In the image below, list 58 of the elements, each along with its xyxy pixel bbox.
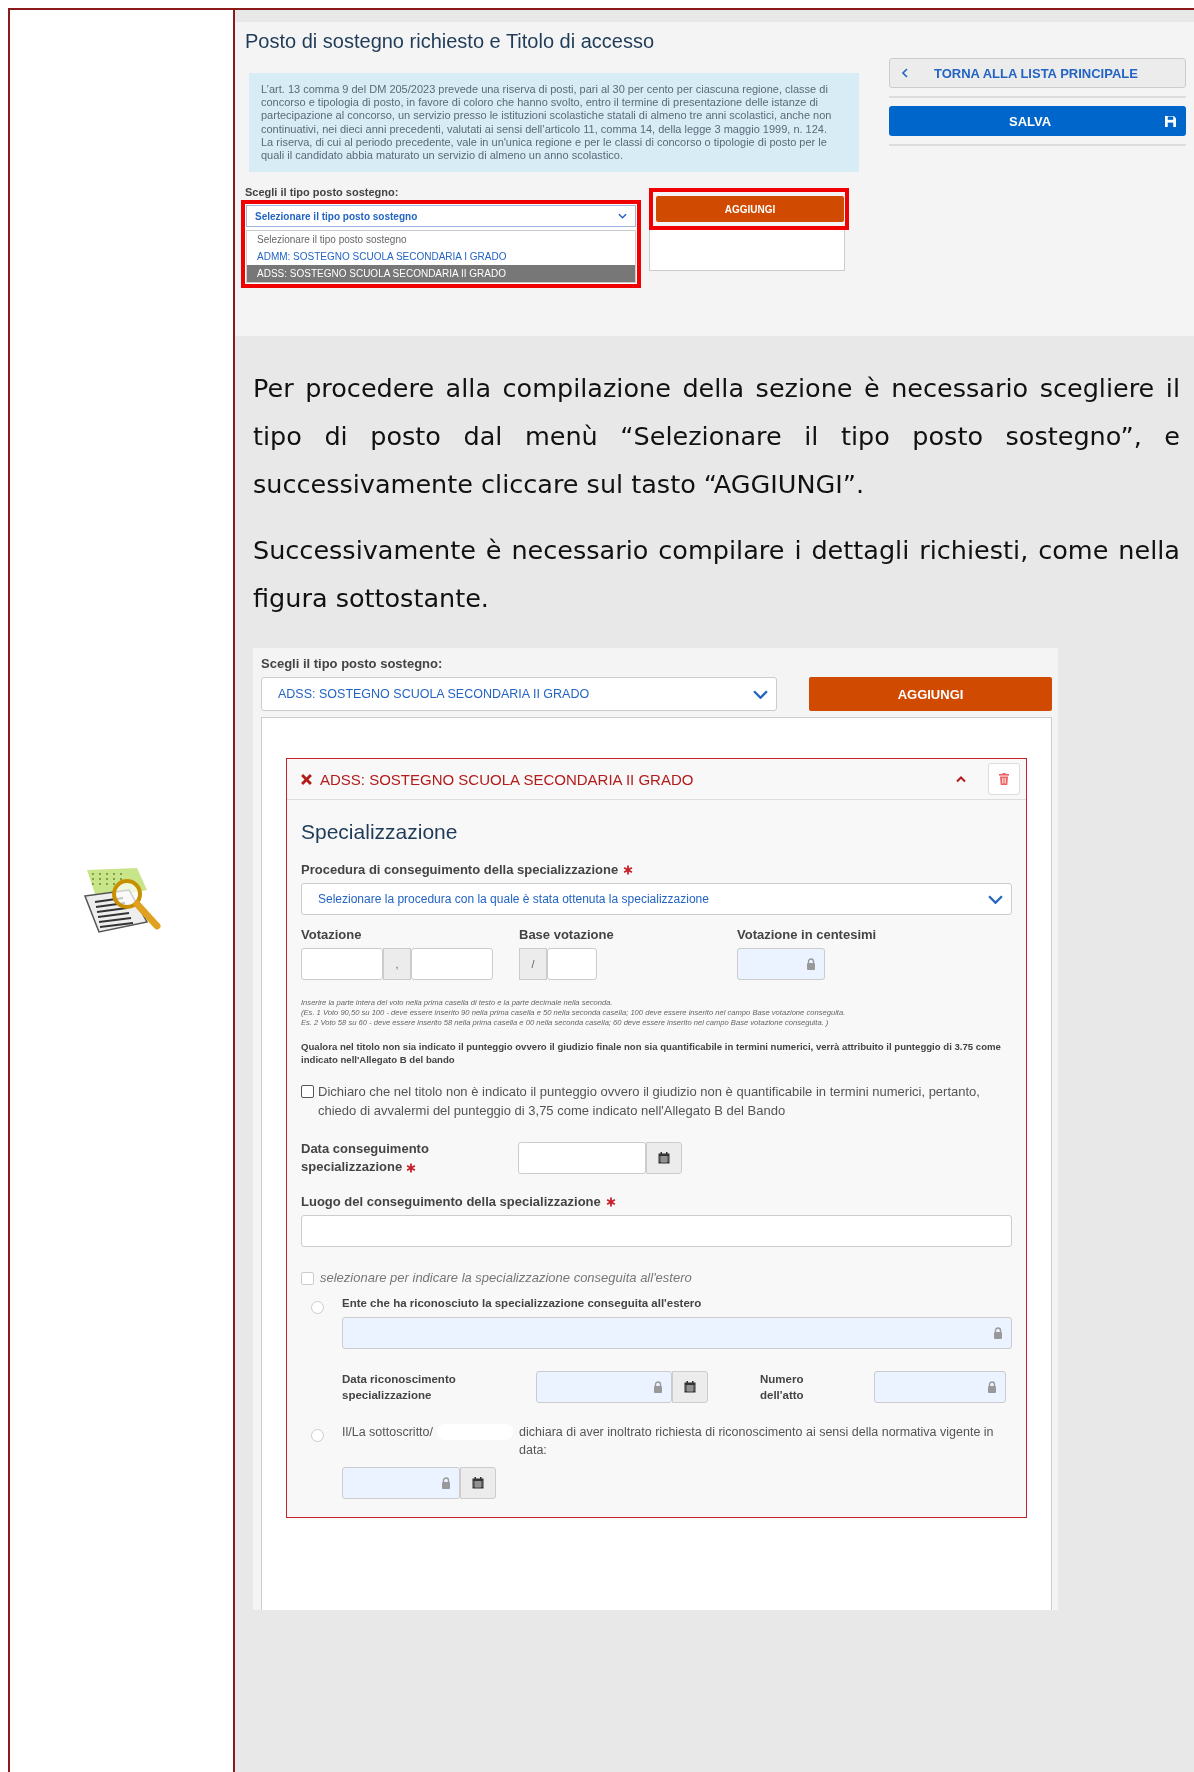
- checkbox[interactable]: [301, 1085, 314, 1098]
- calendar-button[interactable]: [646, 1142, 682, 1174]
- calendar-button[interactable]: [672, 1371, 708, 1403]
- dropdown-option[interactable]: ADSS: SOSTEGNO SCUOLA SECONDARIA II GRADO: [247, 265, 635, 283]
- declaration-text: dichiara di aver inoltrato richiesta di riconoscimento ai sensi della normativa vigente in data:: [519, 1424, 995, 1459]
- field-label: Data conseguimento specializzazione: [301, 1141, 429, 1174]
- calendar-icon: [658, 1152, 670, 1164]
- add-button[interactable]: AGGIUNGI: [656, 196, 844, 223]
- field-label: Scegli il tipo posto sostegno:: [261, 656, 444, 671]
- calendar-icon: [684, 1381, 696, 1393]
- lock-icon: [441, 1477, 451, 1489]
- lock-icon: [993, 1327, 1003, 1339]
- field-label: Numero dell'atto: [760, 1372, 805, 1403]
- dropdown-select[interactable]: Selezionare il tipo posto sostegno: [246, 205, 636, 228]
- instruction-text: Successivamente è necessario compilare i dettagli richiesti, come nella figura sottostante.: [253, 534, 1180, 615]
- instruction-text: Per procedere alla compilazione della sezione è necessario scegliere il tipo di posto dal menù “Selezionare il tipo posto sostegno”, e successivamente cliccare sul tasto “AGGIUNGI”.: [253, 372, 1180, 501]
- dropdown-option[interactable]: Selezionare il tipo posto sostegno: [247, 231, 635, 249]
- save-button[interactable]: SALVA: [889, 106, 1186, 136]
- back-button[interactable]: TORNA ALLA LISTA PRINCIPALE: [889, 58, 1186, 88]
- field-label: Ente che ha riconosciuto la specializzazione conseguita all'estero: [342, 1296, 703, 1311]
- input-addon: /: [519, 948, 547, 980]
- delete-button[interactable]: [988, 763, 1020, 795]
- page-title: Posto di sostegno richiesto e Titolo di accesso: [245, 30, 656, 53]
- input-addon: ,: [383, 948, 411, 980]
- save-icon: [1165, 115, 1176, 127]
- field-label: Votazione: [301, 927, 362, 942]
- field-label: Luogo del conseguimento della specializzazione: [301, 1194, 601, 1209]
- add-button[interactable]: AGGIUNGI: [809, 677, 1052, 711]
- lock-icon: [806, 958, 816, 970]
- declaration-text: Il/La sottoscritto/: [342, 1424, 433, 1441]
- field-label: Base votazione: [519, 927, 614, 942]
- note-text: Qualora nel titolo non sia indicato il punteggio ovvero il giudizio finale non sia quantificabile in termini numerici, verrà attribuito il punteggio di 3.75 come indicato nell'Allegato B del bando: [301, 1040, 1002, 1066]
- section-title: Specializzazione: [301, 820, 459, 844]
- lock-icon: [653, 1381, 663, 1393]
- chevron-left-icon: [902, 68, 908, 78]
- calendar-button[interactable]: [460, 1467, 496, 1499]
- dropdown-select[interactable]: ADSS: SOSTEGNO SCUOLA SECONDARIA II GRADO: [261, 677, 777, 711]
- field-label: Votazione in centesimi: [737, 927, 877, 942]
- calendar-icon: [472, 1477, 484, 1489]
- field-label: Data riconoscimento specializzazione: [342, 1372, 457, 1403]
- info-text: La riserva, di cui al periodo precedente, vale in un'unica regione e per le classi di concorso o tipologie di posto per le quali il candidato abbia maturato un servizio di almeno un anno scolastico.: [261, 135, 828, 163]
- lock-icon: [987, 1381, 997, 1393]
- checkbox-label: Dichiaro che nel titolo non è indicato il punteggio ovvero il giudizio non è quantificabile in termini numerici, pertanto, chiedo di avvalermi del punteggio di 3,75 come indicato nell'Allegato B del Bando: [318, 1083, 981, 1120]
- close-icon[interactable]: [301, 773, 312, 785]
- trash-icon: [999, 773, 1009, 785]
- info-text: L’art. 13 comma 9 del DM 205/2023 prevede una riserva di posti, pari al 30 per cento per ciascuna regione, classe di concorso e tipologia di posto, in favore di coloro che hanno svolto, entro il termine di presentazione delle istanze di partecipazione al concorso, un servizio presso le istituzioni scolastiche statali di almeno tre anni scolastici, anche non continuativi, nei dieci anni precedenti, valutati ai sensi dell’articolo 11, comma 14, della legge 3 maggio 1999, n. 124.: [261, 83, 833, 136]
- field-label: Scegli il tipo posto sostegno:: [245, 186, 400, 199]
- dropdown-select[interactable]: Selezionare la procedura con la quale è stata ottenuta la specializzazione: [301, 883, 1012, 915]
- chevron-down-icon: [988, 894, 1003, 904]
- chevron-up-icon[interactable]: [956, 775, 966, 783]
- chevron-down-icon: [753, 689, 768, 699]
- checkbox-label: selezionare per indicare la specializzazione conseguita all'estero: [320, 1269, 692, 1285]
- panel-title: ADSS: SOSTEGNO SCUOLA SECONDARIA II GRADO: [320, 770, 695, 788]
- radio-button[interactable]: [311, 1429, 324, 1442]
- field-label: Procedura di conseguimento della specializzazione: [301, 862, 619, 877]
- radio-button[interactable]: [311, 1301, 324, 1314]
- date-field[interactable]: [518, 1142, 646, 1174]
- dropdown-option[interactable]: ADMM: SOSTEGNO SCUOLA SECONDARIA I GRADO: [247, 248, 635, 266]
